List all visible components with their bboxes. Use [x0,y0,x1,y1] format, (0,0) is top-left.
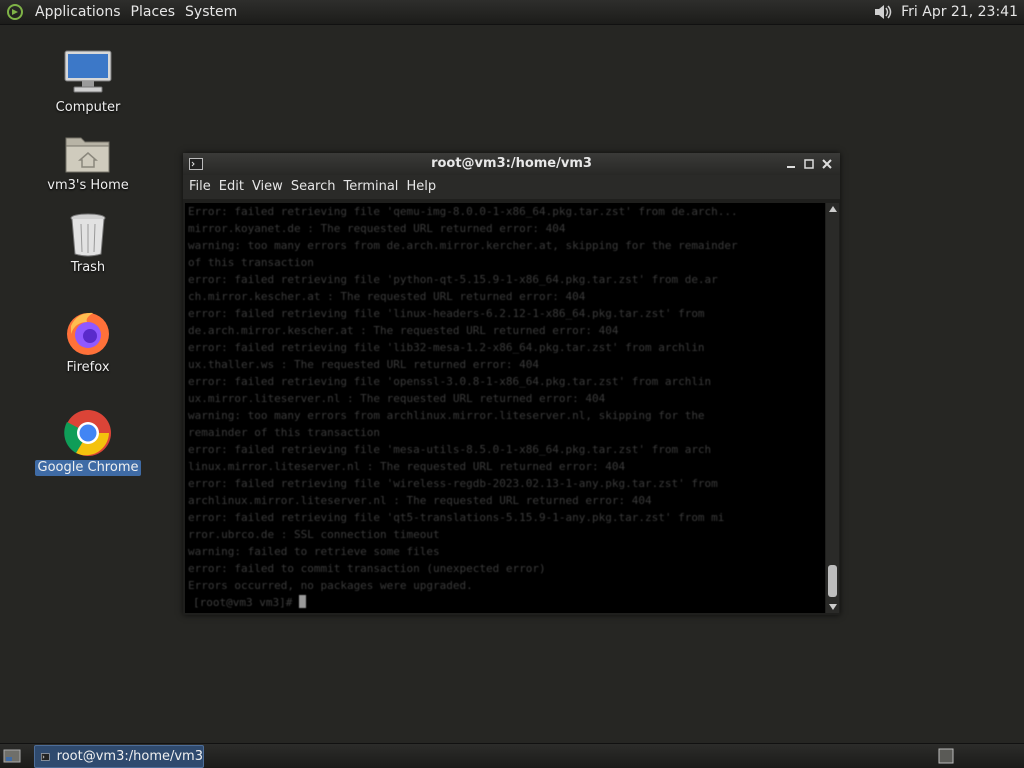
terminal-line: remainder of this transaction [188,426,381,439]
desktop-icon-label: Trash [70,260,106,275]
maximize-button[interactable] [802,157,816,171]
menu-help[interactable]: Help [402,175,440,199]
top-panel: Applications Places System Fri Apr 21, 2… [0,0,1024,25]
maximize-icon [804,159,814,169]
terminal-window: root@vm3:/home/vm3 File Edit View Search… [183,153,840,615]
terminal-line: of this transaction [188,256,314,269]
terminal-line: error: failed retrieving file 'openssl-3… [188,375,712,388]
terminal-icon [189,158,203,170]
menu-terminal[interactable]: Terminal [339,175,402,199]
terminal-prompt[interactable]: [root@vm3 vm3]# [185,594,825,611]
terminal-line: error: failed retrieving file 'qt5-trans… [188,511,725,524]
terminal-line: error: failed retrieving file 'linux-hea… [188,307,705,320]
computer-icon [64,50,112,93]
minimize-button[interactable] [784,157,798,171]
prompt-text: [root@vm3 vm3]# [193,596,299,609]
menu-system[interactable]: System [180,0,242,24]
terminal-line: warning: failed to retrieve some files [188,545,440,558]
terminal-icon [41,752,50,761]
desktop-icon-label: Computer [55,100,121,115]
terminal-line: mirror.koyanet.de : The requested URL re… [188,222,566,235]
terminal-menubar: File Edit View Search Terminal Help [183,175,840,199]
window-title: root@vm3:/home/vm3 [431,156,592,171]
bottom-panel: root@vm3:/home/vm3 [0,743,1024,768]
terminal-line: error: failed retrieving file 'python-qt… [188,273,718,286]
terminal-line: ux.mirror.liteserver.nl : The requested … [188,392,606,405]
terminal-output[interactable]: Error: failed retrieving file 'qemu-img-… [185,203,825,613]
terminal-line: error: failed retrieving file 'mesa-util… [188,443,712,456]
desktop-icon-label: Google Chrome [34,460,142,476]
terminal-line: error: failed retrieving file 'wireless-… [188,477,718,490]
desktop-icon-trash[interactable]: Trash [33,210,143,276]
firefox-icon [67,312,109,355]
home-folder-icon [65,137,110,173]
desktop-icon-chrome[interactable]: Google Chrome [33,408,143,476]
chrome-icon [64,410,111,456]
terminal-line: Error: failed retrieving file 'qemu-img-… [188,205,738,218]
menu-file[interactable]: File [185,175,215,199]
scroll-up-arrow-icon[interactable] [826,203,839,215]
clock[interactable]: Fri Apr 21, 23:41 [897,0,1024,24]
scrollbar-thumb[interactable] [828,565,837,597]
close-icon [822,159,832,169]
terminal-line: warning: too many errors from de.arch.mi… [188,239,738,252]
terminal-line: de.arch.mirror.kescher.at : The requeste… [188,324,619,337]
window-titlebar[interactable]: root@vm3:/home/vm3 [183,153,840,175]
scroll-down-arrow-icon[interactable] [826,601,839,613]
minimize-icon [787,166,795,168]
terminal-line: archlinux.mirror.liteserver.nl : The req… [188,494,652,507]
terminal-line: Errors occurred, no packages were upgrad… [188,579,473,592]
desktop-icon-label: vm3's Home [47,178,129,193]
terminal-line: warning: too many errors from archlinux.… [188,409,705,422]
terminal-line: error: failed retrieving file 'lib32-mes… [188,341,705,354]
menu-applications[interactable]: Applications [30,0,126,24]
desktop-icon-computer[interactable]: Computer [33,48,143,116]
menu-places[interactable]: Places [126,0,181,24]
close-button[interactable] [820,157,834,171]
terminal-scrollbar[interactable] [826,203,839,613]
show-desktop-icon[interactable] [3,748,21,764]
terminal-line: error: failed to commit transaction (une… [188,562,546,575]
taskbar-item-label: root@vm3:/home/vm3 [56,749,203,764]
text-cursor [298,595,306,608]
desktop-icon-label: Firefox [66,360,110,375]
workspace-switcher-icon[interactable] [937,748,957,764]
menu-search[interactable]: Search [287,175,340,199]
terminal-line: linux.mirror.liteserver.nl : The request… [188,460,626,473]
terminal-line: ux.thaller.ws : The requested URL return… [188,358,539,371]
gnome-foot-icon[interactable] [6,3,24,21]
speaker-icon[interactable] [871,0,897,24]
desktop-icon-home[interactable]: vm3's Home [33,130,143,194]
taskbar-item-terminal[interactable]: root@vm3:/home/vm3 [34,745,204,768]
menu-edit[interactable]: Edit [215,175,248,199]
terminal-line: ch.mirror.kescher.at : The requested URL… [188,290,586,303]
desktop-icon-firefox[interactable]: Firefox [33,308,143,376]
menu-view[interactable]: View [248,175,287,199]
terminal-line: rror.ubrco.de : SSL connection timeout [188,528,440,541]
trash-icon [70,213,106,257]
